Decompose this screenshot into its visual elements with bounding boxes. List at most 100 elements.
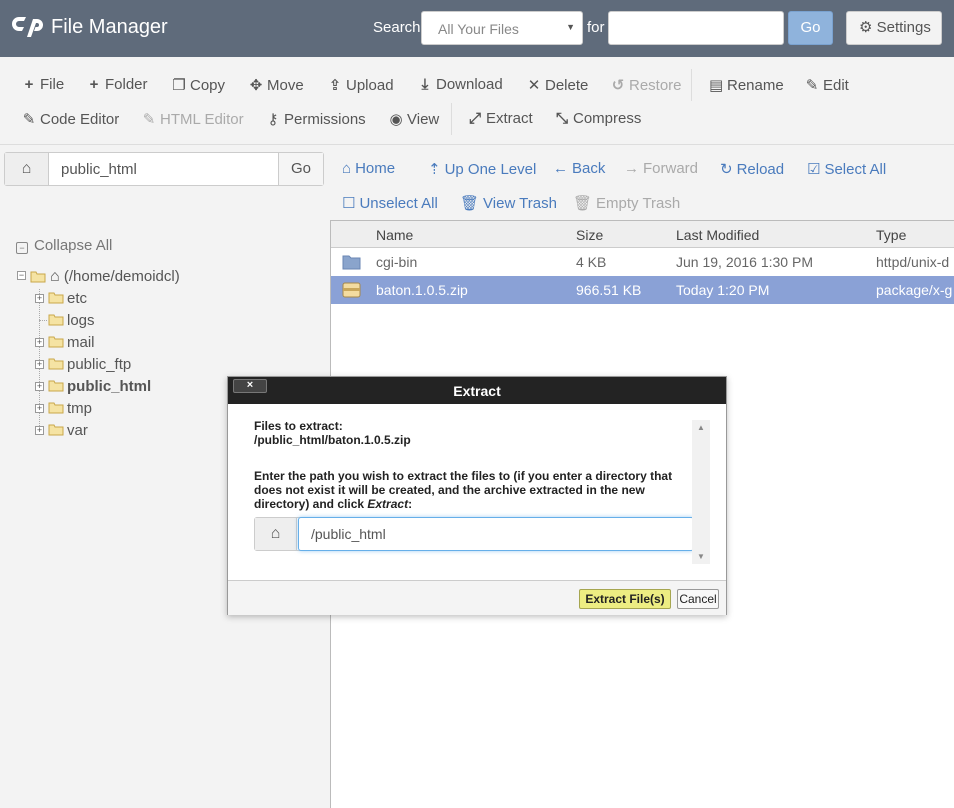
tree-expand-toggle[interactable]: + [35, 404, 44, 413]
tree-expand-toggle[interactable]: + [35, 382, 44, 391]
copy-icon: ❐ [172, 77, 186, 94]
scroll-up-icon[interactable]: ▲ [692, 423, 710, 432]
compress-icon: ⤡ [555, 110, 568, 127]
cpanel-logo-icon [12, 17, 43, 37]
folder-icon [48, 380, 64, 392]
tree-item-public-ftp[interactable]: public_ftp [67, 356, 131, 373]
view-button[interactable]: ◉ View [389, 110, 439, 128]
x-icon: ✕ [527, 77, 541, 94]
tree-item-root[interactable]: ⌂ (/home/demoidcl) [50, 268, 180, 286]
caret-down-icon: ▼ [566, 22, 575, 32]
search-input[interactable] [608, 11, 784, 45]
check-square-icon: ☑ [807, 161, 821, 178]
file-table-header: Name Size Last Modified Type [331, 221, 954, 248]
nav-empty-trash-button[interactable]: 🗑 Empty Trash [573, 194, 680, 212]
upload-icon: ⇪ [328, 77, 342, 94]
home-icon: ⌂ [255, 518, 297, 550]
new-file-button[interactable]: + File [22, 76, 65, 93]
extract-files-button[interactable]: Extract File(s) [579, 589, 671, 609]
column-header-type[interactable]: Type [876, 227, 906, 243]
tree-item-var[interactable]: var [67, 422, 88, 439]
delete-button[interactable]: ✕ Delete [527, 76, 589, 94]
scroll-down-icon[interactable]: ▼ [692, 552, 710, 561]
archive-icon [342, 282, 361, 298]
permissions-button[interactable]: ⚷ Permissions [266, 110, 366, 128]
nav-view-trash-button[interactable]: 🗑 View Trash [460, 194, 557, 212]
tree-item-etc[interactable]: etc [67, 290, 87, 307]
dialog-footer: Extract File(s) Cancel [228, 580, 726, 615]
pencil-icon: ✎ [805, 77, 819, 94]
cancel-button[interactable]: Cancel [677, 589, 719, 609]
for-label: for [587, 19, 605, 36]
new-folder-button[interactable]: + Folder [87, 76, 148, 93]
settings-label: Settings [876, 19, 931, 36]
instructions-line-2: does not exist it will be created, and t… [254, 483, 645, 497]
file-to-extract-path: /public_html/baton.1.0.5.zip [254, 433, 411, 447]
dialog-body: Files to extract: /public_html/baton.1.0… [228, 404, 726, 580]
copy-button[interactable]: ❐ Copy [172, 76, 225, 94]
extract-path-group: ⌂ /public_html [254, 517, 694, 551]
toolbar-divider [691, 69, 692, 101]
tree-item-logs[interactable]: logs [67, 312, 95, 329]
nav-back-button[interactable]: ← Back [553, 160, 605, 177]
download-button[interactable]: ⤓ Download [418, 76, 503, 93]
tree-collapse-toggle[interactable]: − [17, 271, 26, 280]
tree-item-mail[interactable]: mail [67, 334, 95, 351]
path-bar: ⌂ public_html Go [4, 152, 324, 186]
nav-select-all-button[interactable]: ☑ Select All [807, 160, 886, 178]
key-icon: ⚷ [267, 111, 279, 128]
compress-button[interactable]: ⤡ Compress [555, 110, 641, 127]
toolbar-divider [451, 103, 452, 135]
dialog-scrollbar[interactable]: ▲ ▼ [692, 420, 710, 564]
nav-home-button[interactable]: ⌂ Home [342, 160, 395, 177]
file-type: package/x-g [876, 282, 953, 298]
extract-button[interactable]: ⤢ Extract [468, 110, 533, 127]
tree-expand-toggle[interactable]: + [35, 360, 44, 369]
reload-icon: ↻ [720, 161, 733, 178]
tree-item-tmp[interactable]: tmp [67, 400, 92, 417]
tree-expand-toggle[interactable]: + [35, 338, 44, 347]
file-type: httpd/unix-d [876, 254, 950, 270]
path-input[interactable]: public_html [61, 161, 137, 178]
tree-guide [39, 320, 47, 321]
restore-button[interactable]: ↺ Restore [611, 76, 682, 94]
files-to-extract-label: Files to extract: [254, 419, 343, 433]
tree-expand-toggle[interactable]: + [35, 294, 44, 303]
folder-icon [342, 255, 361, 270]
search-label: Search [373, 19, 421, 36]
code-editor-button[interactable]: ✎ Code Editor [22, 110, 120, 128]
tree-item-public-html[interactable]: public_html [67, 378, 151, 395]
search-go-button[interactable]: Go [788, 11, 833, 45]
folder-icon [48, 424, 64, 436]
move-icon: ✥ [249, 77, 263, 94]
html-editor-button[interactable]: ✎ HTML Editor [142, 110, 244, 128]
table-row[interactable]: baton.1.0.5.zip 966.51 KB Today 1:20 PM … [331, 276, 954, 304]
nav-up-one-level-button[interactable]: ⇡ Up One Level [428, 160, 536, 178]
level-up-icon: ⇡ [428, 161, 441, 178]
folder-icon [48, 292, 64, 304]
column-header-last-modified[interactable]: Last Modified [676, 227, 759, 243]
home-icon[interactable]: ⌂ [5, 153, 49, 185]
column-header-size[interactable]: Size [576, 227, 603, 243]
settings-button[interactable]: ⚙ Settings [846, 11, 942, 45]
instructions-emphasis: Extract [367, 497, 409, 511]
home-icon: ⌂ [342, 160, 352, 177]
column-header-name[interactable]: Name [376, 227, 413, 243]
table-row[interactable]: cgi-bin 4 KB Jun 19, 2016 1:30 PM httpd/… [331, 248, 954, 276]
rename-button[interactable]: ▤ Rename [709, 76, 784, 94]
path-go-button[interactable]: Go [278, 153, 323, 185]
edit-button[interactable]: ✎ Edit [805, 76, 849, 94]
nav-unselect-all-button[interactable]: ☐ Unselect All [342, 194, 438, 212]
tree-expand-toggle[interactable]: + [35, 426, 44, 435]
collapse-all-button[interactable]: − Collapse All [16, 237, 112, 254]
search-scope-select[interactable]: All Your Files ▼ [421, 11, 583, 45]
dialog-header: × Extract [228, 377, 726, 404]
upload-button[interactable]: ⇪ Upload [328, 76, 394, 94]
folder-icon [48, 336, 64, 348]
move-button[interactable]: ✥ Move [249, 76, 304, 94]
file-size: 4 KB [576, 254, 607, 270]
extract-path-input[interactable]: /public_html [298, 517, 694, 551]
nav-forward-button[interactable]: → Forward [624, 160, 698, 177]
nav-reload-button[interactable]: ↻ Reload [720, 160, 784, 178]
file-name: cgi-bin [376, 254, 418, 270]
